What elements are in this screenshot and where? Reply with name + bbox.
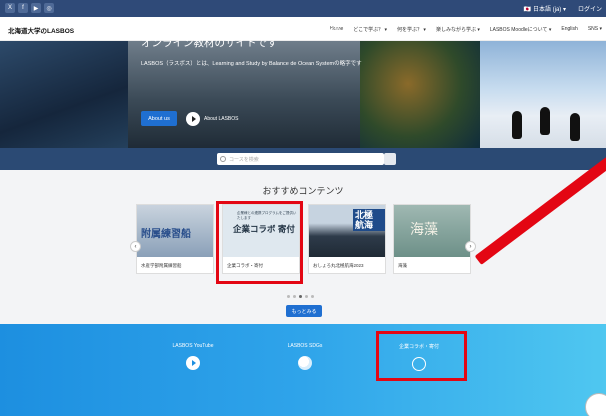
- card-image-text: 北極 航海: [353, 209, 385, 231]
- card-caption: 水産学部附属練習船: [141, 263, 182, 268]
- carousel-dot[interactable]: [299, 295, 302, 298]
- nav-sns[interactable]: SNS ▾: [588, 26, 602, 33]
- youtube-label: LASBOS YouTube: [172, 343, 214, 349]
- play-circle-icon: [186, 356, 200, 370]
- sdgs-link[interactable]: LASBOS SDGs: [260, 343, 350, 370]
- social-links: X f ▶ ◎: [5, 3, 54, 13]
- carousel-prev-button[interactable]: ‹: [130, 241, 141, 252]
- carousel-next-button[interactable]: ›: [465, 241, 476, 252]
- top-right-links: 🇯🇵 日本語 (ja) ▾ ログイン: [524, 4, 602, 13]
- hero-photo-penguins: [480, 41, 606, 148]
- carousel-dot[interactable]: [311, 295, 314, 298]
- youtube-icon[interactable]: ▶: [31, 3, 41, 13]
- language-selector[interactable]: 🇯🇵 日本語 (ja) ▾: [524, 4, 566, 13]
- play-icon: [186, 112, 200, 126]
- about-us-button[interactable]: About us: [141, 111, 177, 126]
- main-nav: Home どこで学ぶ？ ▾ 何を学ぶ？ ▾ 楽しみながら学ぶ ▾ LASBOS …: [330, 26, 602, 33]
- highlight-box-card: [216, 201, 303, 284]
- instagram-icon[interactable]: ◎: [44, 3, 54, 13]
- hero-photo-kelp: [360, 41, 480, 148]
- top-bar: X f ▶ ◎ 🇯🇵 日本語 (ja) ▾ ログイン: [0, 0, 606, 17]
- globe-icon: [298, 356, 312, 370]
- card-image: 附属練習船: [137, 205, 213, 257]
- site-logo[interactable]: 北海道大学のLASBOS: [8, 25, 74, 35]
- carousel-dot[interactable]: [293, 295, 296, 298]
- nav-fun[interactable]: 楽しみながら学ぶ ▾: [436, 26, 480, 33]
- recommend-carousel: 附属練習船 水産学部附属練習船 企業様との連携プログラムをご提供いたします 企業…: [136, 204, 472, 274]
- search-placeholder: コースを検索: [229, 157, 259, 163]
- hero-description: LASBOS（ラスボス）とは、Learning and Study by Bal…: [141, 61, 362, 67]
- search-icon: [220, 156, 226, 162]
- card-arctic-voyage[interactable]: 北極 航海 おしょろ丸北極航海2023: [308, 204, 386, 274]
- card-image: 北極 航海: [309, 205, 385, 257]
- hero-text: 北海道大学のLASBOSは海と生き物を学ぶ オンライン教材のサイトです LASB…: [141, 19, 362, 67]
- card-training-ship[interactable]: 附属練習船 水産学部附属練習船: [136, 204, 214, 274]
- about-lasbos-link[interactable]: About LASBOS: [186, 112, 238, 126]
- carousel-dot[interactable]: [287, 295, 290, 298]
- card-seaweed[interactable]: 海藻 海藻: [393, 204, 471, 274]
- youtube-link[interactable]: LASBOS YouTube: [148, 343, 238, 370]
- login-link[interactable]: ログイン: [578, 4, 602, 13]
- search-input[interactable]: コースを検索: [217, 153, 384, 165]
- about-lasbos-label: About LASBOS: [204, 116, 239, 122]
- card-image: 海藻: [394, 205, 470, 257]
- links-band: LASBOS YouTube LASBOS SDGs 企業コラボ・寄付: [0, 324, 606, 416]
- carousel-dot[interactable]: [305, 295, 308, 298]
- carousel-dots: [287, 295, 314, 298]
- sdgs-label: LASBOS SDGs: [287, 343, 323, 349]
- card-caption: 海藻: [398, 263, 407, 268]
- card-caption: おしょろ丸北極航海2023: [313, 263, 364, 268]
- section-title: おすすめコンテンツ: [262, 186, 344, 196]
- highlight-box-band: [376, 331, 467, 381]
- floating-button[interactable]: [585, 393, 606, 416]
- hero-photo-fish: [0, 41, 128, 148]
- hero-line-1: 北海道大学のLASBOSは海と生き物を学ぶ: [141, 21, 341, 33]
- search-button[interactable]: [384, 153, 396, 165]
- search-bar: コースを検索: [0, 148, 606, 170]
- hero-line-2: オンライン教材のサイトです: [141, 37, 278, 49]
- x-icon[interactable]: X: [5, 3, 15, 13]
- nav-english[interactable]: English: [561, 26, 577, 33]
- nav-what[interactable]: 何を学ぶ？ ▾: [397, 26, 426, 33]
- nav-moodle[interactable]: LASBOS Moodleについて ▾: [490, 26, 552, 33]
- card-image-text: 附属練習船: [141, 229, 191, 240]
- more-button[interactable]: もっとみる: [286, 305, 322, 317]
- card-image-text: 海藻: [410, 221, 438, 237]
- facebook-icon[interactable]: f: [18, 3, 28, 13]
